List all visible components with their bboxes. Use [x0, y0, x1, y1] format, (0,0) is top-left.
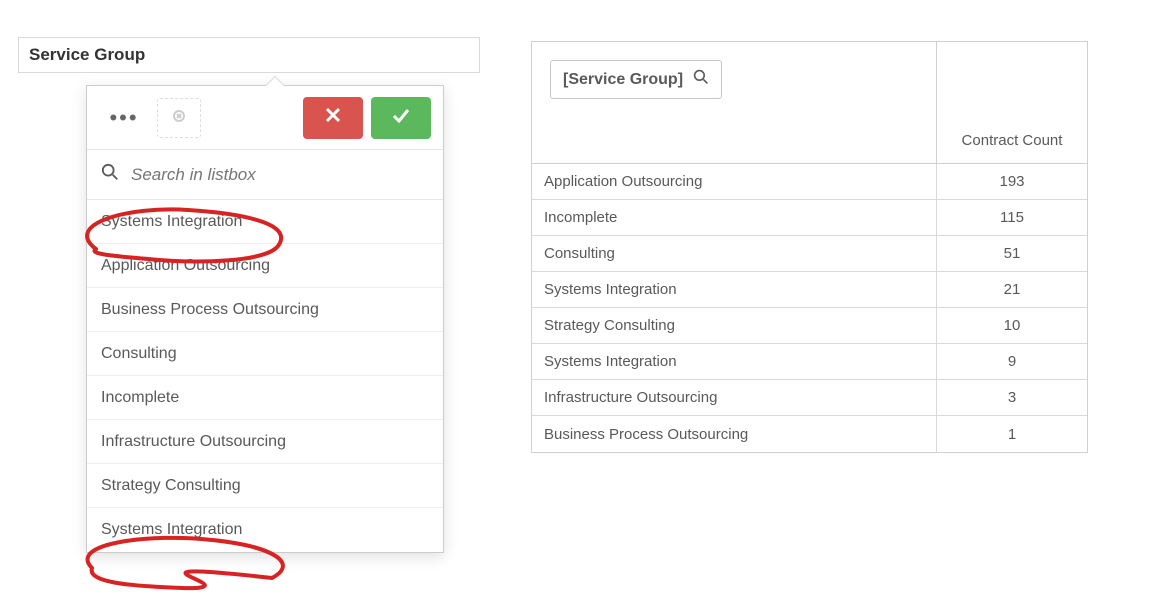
- list-item-label: Systems Integration: [101, 213, 242, 231]
- table-row[interactable]: Infrastructure Outsourcing 3: [532, 380, 1087, 416]
- confirm-button[interactable]: [371, 97, 431, 139]
- close-icon: [323, 105, 343, 130]
- more-icon: •••: [109, 105, 138, 131]
- row-count: 51: [937, 236, 1087, 271]
- row-name: Systems Integration: [532, 272, 937, 307]
- clear-selection-button[interactable]: [157, 98, 201, 138]
- listbox: Systems Integration Application Outsourc…: [87, 200, 443, 552]
- table-body: Application Outsourcing 193 Incomplete 1…: [532, 164, 1087, 452]
- table-row[interactable]: Application Outsourcing 193: [532, 164, 1087, 200]
- measure-header-label: Contract Count: [962, 132, 1063, 149]
- row-name: Strategy Consulting: [532, 308, 937, 343]
- more-button[interactable]: •••: [99, 98, 149, 138]
- list-item[interactable]: Systems Integration: [87, 200, 443, 244]
- dimension-header-cell: [Service Group]: [532, 42, 937, 163]
- row-count: 115: [937, 200, 1087, 235]
- dropdown-toolbar: •••: [87, 86, 443, 150]
- list-item-label: Consulting: [101, 345, 177, 363]
- search-icon: [693, 69, 709, 90]
- list-item[interactable]: Systems Integration: [87, 508, 443, 552]
- dimension-chip[interactable]: [Service Group]: [550, 60, 722, 99]
- data-table: [Service Group] Contract Count Applicati…: [531, 41, 1088, 453]
- list-item[interactable]: Infrastructure Outsourcing: [87, 420, 443, 464]
- row-count: 10: [937, 308, 1087, 343]
- table-row[interactable]: Systems Integration 21: [532, 272, 1087, 308]
- list-item[interactable]: Incomplete: [87, 376, 443, 420]
- row-name: Incomplete: [532, 200, 937, 235]
- table-row[interactable]: Consulting 51: [532, 236, 1087, 272]
- table-row[interactable]: Incomplete 115: [532, 200, 1087, 236]
- row-name: Consulting: [532, 236, 937, 271]
- list-item-label: Application Outsourcing: [101, 257, 270, 275]
- row-name: Systems Integration: [532, 344, 937, 379]
- row-count: 9: [937, 344, 1087, 379]
- search-icon: [101, 163, 119, 186]
- row-count: 3: [937, 380, 1087, 415]
- row-count: 193: [937, 164, 1087, 199]
- list-item-label: Systems Integration: [101, 521, 242, 539]
- list-item-label: Strategy Consulting: [101, 477, 241, 495]
- list-item-label: Incomplete: [101, 389, 179, 407]
- list-item[interactable]: Application Outsourcing: [87, 244, 443, 288]
- cancel-button[interactable]: [303, 97, 363, 139]
- list-item[interactable]: Strategy Consulting: [87, 464, 443, 508]
- check-icon: [391, 105, 411, 130]
- list-item[interactable]: Consulting: [87, 332, 443, 376]
- table-row[interactable]: Systems Integration 9: [532, 344, 1087, 380]
- list-item-label: Business Process Outsourcing: [101, 301, 319, 319]
- row-count: 21: [937, 272, 1087, 307]
- list-item[interactable]: Business Process Outsourcing: [87, 288, 443, 332]
- search-input[interactable]: [129, 164, 429, 186]
- row-name: Business Process Outsourcing: [532, 416, 937, 452]
- row-name: Application Outsourcing: [532, 164, 937, 199]
- row-name: Infrastructure Outsourcing: [532, 380, 937, 415]
- list-item-label: Infrastructure Outsourcing: [101, 433, 286, 451]
- search-row: [87, 150, 443, 200]
- filter-dropdown: ••• Sy: [86, 85, 444, 553]
- filter-title: Service Group: [29, 45, 145, 65]
- filter-header[interactable]: Service Group: [18, 37, 480, 73]
- table-header: [Service Group] Contract Count: [532, 42, 1087, 164]
- dimension-chip-label: [Service Group]: [563, 71, 683, 89]
- table-row[interactable]: Strategy Consulting 10: [532, 308, 1087, 344]
- table-row[interactable]: Business Process Outsourcing 1: [532, 416, 1087, 452]
- row-count: 1: [937, 416, 1087, 452]
- clear-icon: [173, 109, 185, 127]
- measure-header-cell[interactable]: Contract Count: [937, 42, 1087, 163]
